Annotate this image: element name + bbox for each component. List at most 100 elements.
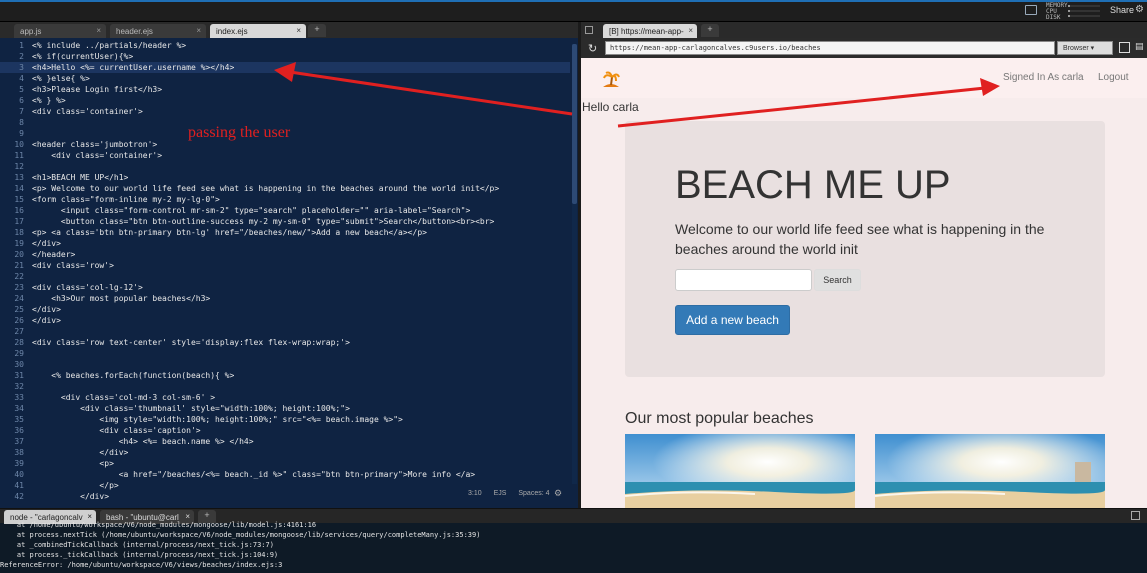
disk-label: DISK <box>1046 14 1061 21</box>
code-line[interactable]: 28 <div class='row text-center' style='di… <box>0 337 570 348</box>
code-line[interactable]: 6 <% } %> <box>0 95 570 106</box>
code-line[interactable]: 23 <div class='col-lg-12'> <box>0 282 570 293</box>
tab-label: index.ejs <box>216 27 248 36</box>
line-number: 27 <box>14 327 24 336</box>
line-text: </div> <box>32 448 129 457</box>
code-line[interactable]: 39 <p> <box>0 458 570 469</box>
code-line[interactable]: 3 <h4>Hello <%= currentUser.username %></… <box>0 62 570 73</box>
maximize-icon[interactable]: ▤ <box>1135 42 1144 53</box>
code-line[interactable]: 34 <div class='thumbnail' style="width:1… <box>0 403 570 414</box>
close-icon[interactable]: × <box>185 512 190 521</box>
line-number: 33 <box>14 393 24 402</box>
code-line[interactable]: 16 <input class="form-control mr-sm-2" t… <box>0 205 570 216</box>
code-line[interactable]: 24 <h3>Our most popular beaches</h3> <box>0 293 570 304</box>
monitor-icon[interactable] <box>1025 5 1037 15</box>
code-line[interactable]: 25 </div> <box>0 304 570 315</box>
line-number: 17 <box>14 217 24 226</box>
close-icon[interactable]: × <box>688 26 693 35</box>
resource-labels: MEMORY CPU DISK <box>1046 3 1068 21</box>
editor-settings-gear-icon[interactable]: ⚙ <box>554 489 562 499</box>
close-icon[interactable]: × <box>196 26 201 35</box>
code-line[interactable]: 5 <h3>Please Login first</h3> <box>0 84 570 95</box>
add-tab-button[interactable]: + <box>701 24 719 37</box>
editor-scrollbar[interactable] <box>572 44 577 484</box>
line-text: <% if(currentUser){%> <box>32 52 134 61</box>
code-line[interactable]: 19 </div> <box>0 238 570 249</box>
code-line[interactable]: 17 <button class="btn btn-outline-succes… <box>0 216 570 227</box>
code-line[interactable]: 2 <% if(currentUser){%> <box>0 51 570 62</box>
search-input[interactable] <box>675 269 812 291</box>
add-tab-button[interactable]: + <box>308 24 326 37</box>
search-button[interactable]: Search <box>814 269 861 291</box>
palm-tree-logo-icon[interactable] <box>601 70 621 90</box>
code-line[interactable]: 35 <img style="width:100%; height:100%;"… <box>0 414 570 425</box>
code-area[interactable]: 1 <% include ../partials/header %> 2 <% if(… <box>0 40 570 506</box>
beach-thumbnail[interactable] <box>875 434 1105 508</box>
code-line[interactable]: 27 <box>0 326 570 337</box>
code-line[interactable]: 26 </div> <box>0 315 570 326</box>
terminal-line: at process._tickCallback (internal/proce… <box>0 551 279 559</box>
beach-thumbnail[interactable] <box>625 434 855 508</box>
add-beach-button[interactable]: Add a new beach <box>675 305 790 335</box>
code-line[interactable]: 11 <div class='container'> <box>0 150 570 161</box>
code-line[interactable]: 14 <p> Welcome to our world life feed see… <box>0 183 570 194</box>
code-line[interactable]: 31 <% beaches.forEach(function(beach){ %… <box>0 370 570 381</box>
code-line[interactable]: 33 <div class='col-md-3 col-sm-6' > <box>0 392 570 403</box>
line-number: 18 <box>14 228 24 237</box>
signed-in-link[interactable]: Signed In As carla <box>1003 72 1084 83</box>
settings-gear-icon[interactable]: ⚙ <box>1135 5 1145 15</box>
browser-dropdown[interactable]: Browser ▾ <box>1057 41 1113 55</box>
code-line[interactable]: 32 <box>0 381 570 392</box>
syntax-mode[interactable]: EJS <box>494 490 507 497</box>
line-text: <div class='caption'> <box>32 426 201 435</box>
tab-index-ejs[interactable]: index.ejs × <box>210 24 306 38</box>
line-number: 7 <box>19 107 24 116</box>
tab-header-ejs[interactable]: header.ejs × <box>110 24 206 38</box>
code-line[interactable]: 1 <% include ../partials/header %> <box>0 40 570 51</box>
code-line[interactable]: 40 <a href="/beaches/<%= beach._id %>" c… <box>0 469 570 480</box>
code-line[interactable]: 36 <div class='caption'> <box>0 425 570 436</box>
indent-setting[interactable]: Spaces: 4 <box>518 490 549 497</box>
code-line[interactable]: 15 <form class="form-inline my-2 my-lg-0"… <box>0 194 570 205</box>
share-button[interactable]: Share <box>1110 5 1134 15</box>
code-line[interactable]: 29 <box>0 348 570 359</box>
jumbotron: BEACH ME UP Welcome to our world life fe… <box>625 121 1105 377</box>
code-line[interactable]: 37 <h4> <%= beach.name %> </h4> <box>0 436 570 447</box>
pop-out-icon[interactable] <box>1119 42 1130 53</box>
line-number: 10 <box>14 140 24 149</box>
line-text: <div class='row'> <box>32 261 114 270</box>
maximize-icon[interactable] <box>1131 511 1140 520</box>
code-line[interactable]: 21 <div class='row'> <box>0 260 570 271</box>
code-editor-pane: app.js × header.ejs × index.ejs × + 1 <% … <box>0 22 578 508</box>
line-text: <button class="btn btn-outline-success m… <box>32 217 495 226</box>
code-line[interactable]: 38 </div> <box>0 447 570 458</box>
beach-image <box>625 434 855 508</box>
line-text: <h3>Please Login first</h3> <box>32 85 163 94</box>
line-text: <input class="form-control mr-sm-2" type… <box>32 206 471 215</box>
code-line[interactable]: 18 <p> <a class='btn btn-primary btn-lg' … <box>0 227 570 238</box>
code-line[interactable]: 12 <box>0 161 570 172</box>
address-bar: ↻ https://mean-app-carlagoncalves.c9user… <box>581 38 1147 58</box>
close-icon[interactable]: × <box>87 512 92 521</box>
code-line[interactable]: 30 <box>0 359 570 370</box>
line-number: 24 <box>14 294 24 303</box>
code-line[interactable]: 4 <% }else{ %> <box>0 73 570 84</box>
line-number: 22 <box>14 272 24 281</box>
tab-app-js[interactable]: app.js × <box>14 24 106 38</box>
refresh-icon[interactable]: ↻ <box>588 42 597 55</box>
close-icon[interactable]: × <box>296 26 301 35</box>
code-line[interactable]: 13 <h1>BEACH ME UP</h1> <box>0 172 570 183</box>
code-line[interactable]: 22 <box>0 271 570 282</box>
logout-link[interactable]: Logout <box>1098 72 1129 83</box>
line-number: 34 <box>14 404 24 413</box>
tab-preview[interactable]: [B] https://mean-app- × <box>603 24 697 38</box>
line-text: <h4>Hello <%= currentUser.username %></h… <box>32 63 235 72</box>
close-icon[interactable]: × <box>96 26 101 35</box>
code-line[interactable]: 20 </header> <box>0 249 570 260</box>
tab-label: app.js <box>20 27 42 36</box>
line-text: <div class='container'> <box>32 151 163 160</box>
url-input[interactable]: https://mean-app-carlagoncalves.c9users.… <box>605 41 1055 55</box>
code-line[interactable]: 7 <div class='container'> <box>0 106 570 117</box>
scrollbar-thumb[interactable] <box>572 44 577 204</box>
line-number: 19 <box>14 239 24 248</box>
